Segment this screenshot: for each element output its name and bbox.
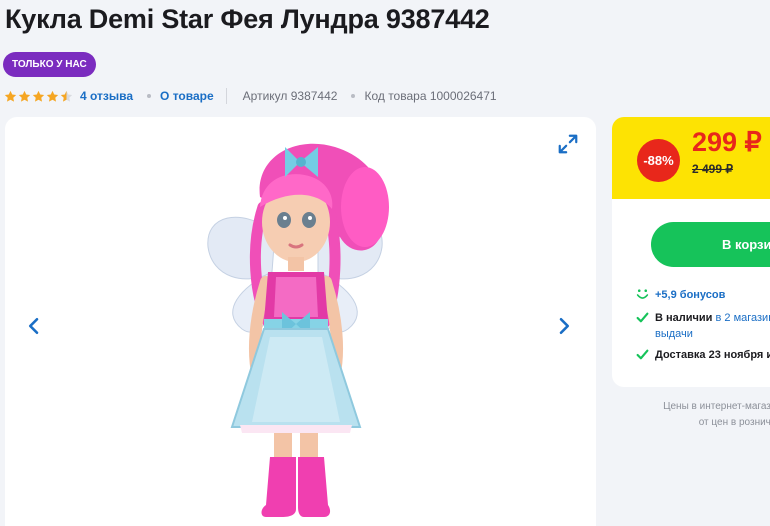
availability-text: В наличии в 2 магазин выдачи — [655, 310, 770, 342]
product-meta-row: 4 отзыва О товаре Артикул 9387442 Код то… — [4, 86, 497, 106]
meta-divider — [225, 88, 227, 104]
price-note-line2: от цен в рознични — [698, 417, 770, 428]
rating-stars[interactable] — [4, 90, 73, 103]
meta-dot — [351, 94, 356, 98]
product-title: Кукла Demi Star Фея Лундра 9387442 — [5, 4, 490, 34]
product-page: Кукла Demi Star Фея Лундра 9387442 ТОЛЬК… — [0, 0, 770, 526]
star-icon — [32, 90, 45, 102]
bonus-row: +5,9 бонусов — [636, 287, 725, 303]
delivery-row: Доставка 23 ноября и — [636, 347, 770, 363]
old-price: 2 499 ₽ — [692, 162, 733, 176]
chevron-right-icon[interactable] — [555, 317, 573, 335]
article-number: Артикул 9387442 — [242, 89, 338, 103]
current-price: 299 ₽ — [692, 127, 762, 157]
add-to-cart-button[interactable]: В корзи — [651, 222, 770, 267]
about-product-link[interactable]: О товаре — [160, 89, 214, 103]
meta-dot — [147, 94, 152, 98]
stock-pickup-link[interactable]: выдачи — [655, 328, 693, 340]
image-gallery — [5, 117, 596, 526]
chevron-left-icon[interactable] — [25, 317, 43, 335]
stock-status: В наличии — [655, 312, 713, 324]
exclusive-badge: ТОЛЬКО У НАС — [3, 52, 96, 77]
buy-panel: В корзи +5,9 бонусов В наличии в 2 магаз… — [612, 199, 770, 387]
delivery-text: Доставка 23 ноября и — [655, 349, 770, 361]
discount-badge: -88% — [637, 139, 680, 182]
star-icon — [4, 90, 17, 102]
product-image-doll[interactable] — [200, 137, 390, 517]
price-note-line1: Цены в интернет-магазин — [663, 401, 770, 412]
product-code: Код товара 1000026471 — [364, 89, 497, 103]
expand-icon[interactable] — [557, 133, 579, 155]
check-icon — [636, 349, 649, 360]
availability-row: В наличии в 2 магазин выдачи — [636, 310, 770, 342]
star-icon — [46, 90, 59, 102]
price-panel: -88% 299 ₽ 2 499 ₽ — [612, 117, 770, 199]
check-icon — [636, 312, 649, 323]
smile-icon — [636, 289, 649, 299]
reviews-link[interactable]: 4 отзыва — [80, 89, 133, 103]
stock-stores-link[interactable]: в 2 магазин — [716, 312, 770, 324]
star-icon — [18, 90, 31, 102]
star-half-icon — [60, 90, 73, 102]
bonus-text: +5,9 бонусов — [655, 289, 726, 301]
price-note: Цены в интернет-магазин от цен в розничн… — [612, 399, 770, 431]
